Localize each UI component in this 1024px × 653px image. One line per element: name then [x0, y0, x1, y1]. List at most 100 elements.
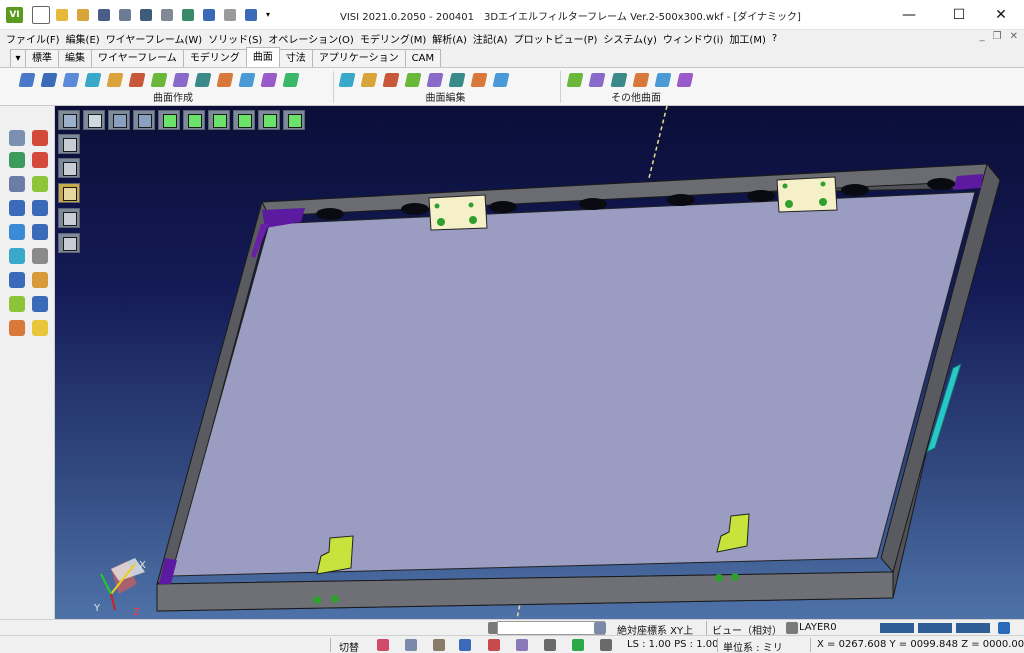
globe-icon[interactable]	[996, 620, 1012, 636]
shaded-edges-icon[interactable]	[58, 208, 80, 228]
tab-cam[interactable]: CAM	[404, 49, 442, 67]
view-fit-icon[interactable]	[83, 110, 105, 130]
settings-icon[interactable]	[242, 6, 260, 24]
color-swatch[interactable]	[956, 623, 990, 633]
menu-operation[interactable]: オペレーション(O)	[268, 31, 359, 46]
snap-grid-icon[interactable]	[486, 637, 502, 653]
surface-tool-icon[interactable]	[654, 71, 672, 89]
dimension-icon[interactable]	[30, 270, 50, 290]
redo-icon[interactable]	[221, 6, 239, 24]
mirror-icon[interactable]	[30, 198, 50, 218]
surface-tool-icon[interactable]	[492, 71, 510, 89]
trim-icon[interactable]	[30, 150, 50, 170]
surface-tool-icon[interactable]	[360, 71, 378, 89]
pan-icon[interactable]	[133, 110, 155, 130]
surface-tool-icon[interactable]	[172, 71, 190, 89]
shaded-mode-icon[interactable]	[58, 183, 80, 203]
menu-plot-view[interactable]: プロットビュー(P)	[514, 31, 604, 46]
search-icon[interactable]	[592, 620, 608, 636]
menu-window[interactable]: ウィンドウ(i)	[663, 31, 730, 46]
surface-tool-icon[interactable]	[426, 71, 444, 89]
surface-tool-icon[interactable]	[382, 71, 400, 89]
surface-tool-icon[interactable]	[470, 71, 488, 89]
minimize-button[interactable]: —	[886, 0, 932, 30]
help-icon[interactable]	[457, 637, 473, 653]
menu-annotation[interactable]: 注記(A)	[473, 31, 514, 46]
copy-icon[interactable]	[7, 222, 27, 242]
surface-tool-icon[interactable]	[404, 71, 422, 89]
ruler-icon[interactable]	[542, 637, 558, 653]
surface-tool-icon[interactable]	[566, 71, 584, 89]
surface-tool-icon[interactable]	[260, 71, 278, 89]
surface-icon[interactable]	[30, 222, 50, 242]
grid-icon[interactable]	[598, 637, 614, 653]
open-folder-icon[interactable]	[53, 6, 71, 24]
open-recent-icon[interactable]	[74, 6, 92, 24]
menu-solid[interactable]: ソリッド(S)	[208, 31, 268, 46]
view-menu-icon[interactable]	[58, 110, 80, 130]
surface-tool-icon[interactable]	[150, 71, 168, 89]
zoom-icon[interactable]	[108, 110, 130, 130]
snap-icon[interactable]	[375, 637, 391, 653]
menu-wireframe[interactable]: ワイヤーフレーム(W)	[106, 31, 209, 46]
solid-box-icon[interactable]	[30, 246, 50, 266]
check-icon[interactable]	[30, 174, 50, 194]
surface-tool-icon[interactable]	[62, 71, 80, 89]
mdi-minimize-button[interactable]: _	[980, 31, 985, 42]
surface-tool-icon[interactable]	[106, 71, 124, 89]
trash-icon[interactable]	[7, 294, 27, 314]
menu-system[interactable]: システム(y)	[603, 31, 662, 46]
menu-file[interactable]: ファイル(F)	[6, 31, 66, 46]
top-view-icon[interactable]	[183, 110, 205, 130]
3d-viewport[interactable]: X Y Z	[55, 106, 1024, 619]
surface-tool-icon[interactable]	[588, 71, 606, 89]
tab-modeling[interactable]: モデリング	[182, 49, 247, 67]
surface-tool-icon[interactable]	[216, 71, 234, 89]
home-icon[interactable]	[431, 637, 447, 653]
maximize-button[interactable]: ☐	[936, 0, 982, 30]
menu-edit[interactable]: 編集(E)	[66, 31, 106, 46]
mdi-restore-button[interactable]: ❐	[993, 31, 1002, 42]
print-icon[interactable]	[116, 6, 134, 24]
color-swatch[interactable]	[918, 623, 952, 633]
plot-icon[interactable]	[137, 6, 155, 24]
measure-icon[interactable]	[7, 174, 27, 194]
menu-analysis[interactable]: 解析(A)	[432, 31, 473, 46]
surface-tool-icon[interactable]	[18, 71, 36, 89]
select-icon[interactable]	[7, 128, 27, 148]
hidden-line-icon[interactable]	[58, 158, 80, 178]
printer-icon[interactable]	[158, 6, 176, 24]
command-input[interactable]	[497, 621, 605, 635]
help-icon[interactable]	[7, 270, 27, 290]
surface-tool-icon[interactable]	[40, 71, 58, 89]
front-view-icon[interactable]	[158, 110, 180, 130]
surface-tool-icon[interactable]	[84, 71, 102, 89]
iso-view-icon[interactable]	[233, 110, 255, 130]
tab-edit[interactable]: 編集	[58, 49, 92, 67]
save-icon[interactable]	[95, 6, 113, 24]
surface-tool-icon[interactable]	[128, 71, 146, 89]
side-view-icon[interactable]	[208, 110, 230, 130]
delete-icon[interactable]	[30, 128, 50, 148]
color-swatch[interactable]	[880, 623, 914, 633]
menu-help[interactable]: ?	[772, 33, 783, 44]
layer-icon[interactable]	[30, 318, 50, 338]
tab-dimension[interactable]: 寸法	[278, 49, 313, 67]
box-icon[interactable]	[514, 637, 530, 653]
layer-label[interactable]: LAYER0	[799, 622, 837, 633]
app-logo[interactable]: VI	[6, 7, 23, 23]
surface-tool-icon[interactable]	[676, 71, 694, 89]
refresh-icon[interactable]	[7, 246, 27, 266]
tab-wireframe[interactable]: ワイヤーフレーム	[91, 49, 184, 67]
move-icon[interactable]	[7, 150, 27, 170]
wire-view-icon[interactable]	[258, 110, 280, 130]
surface-tool-icon[interactable]	[448, 71, 466, 89]
dropdown-arrow-icon[interactable]: ▾	[263, 6, 273, 24]
shaded-view-icon[interactable]	[283, 110, 305, 130]
undo-icon[interactable]	[200, 6, 218, 24]
surface-tool-icon[interactable]	[282, 71, 300, 89]
tab-surface[interactable]: 曲面	[245, 47, 280, 67]
surface-tool-icon[interactable]	[610, 71, 628, 89]
explode-icon[interactable]	[7, 318, 27, 338]
refresh-icon[interactable]	[570, 637, 586, 653]
